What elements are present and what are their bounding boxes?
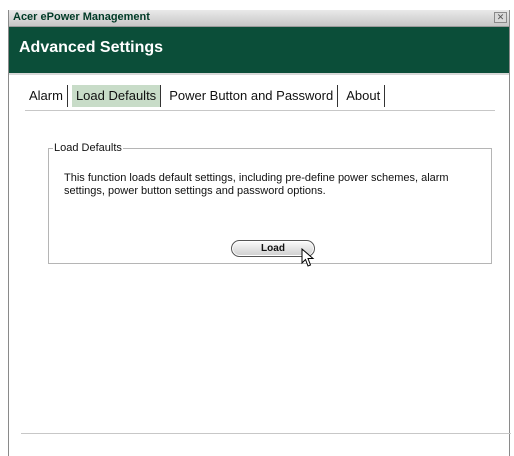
tab-load-defaults[interactable]: Load Defaults <box>71 85 162 107</box>
window-title: Acer ePower Management <box>13 11 150 23</box>
tab-power-button-and-password[interactable]: Power Button and Password <box>165 85 339 107</box>
mouse-cursor-icon <box>301 248 315 267</box>
load-defaults-description: This function loads default settings, in… <box>64 172 449 197</box>
header-divider <box>9 73 509 75</box>
load-defaults-group: Load Defaults This function loads defaul… <box>48 142 492 267</box>
bottom-divider <box>21 433 511 434</box>
header-band: Advanced Settings <box>9 27 509 73</box>
tab-divider <box>25 110 495 111</box>
title-bar[interactable]: Acer ePower Management ✕ <box>9 10 509 27</box>
tab-bar: Alarm Load Defaults Power Button and Pas… <box>25 85 389 109</box>
tab-about[interactable]: About <box>342 85 386 107</box>
app-window: Acer ePower Management ✕ Advanced Settin… <box>8 10 511 456</box>
tab-alarm[interactable]: Alarm <box>25 85 68 107</box>
close-icon[interactable]: ✕ <box>494 12 507 23</box>
group-legend: Load Defaults <box>54 142 122 154</box>
page-title: Advanced Settings <box>19 39 164 56</box>
